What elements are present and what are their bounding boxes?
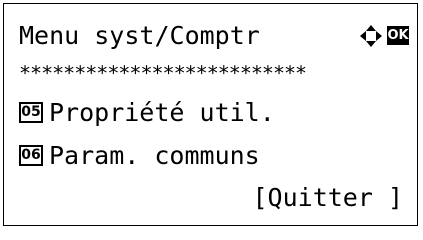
item-number-badge: 06: [19, 145, 43, 166]
menu-item-label: Propriété util.: [49, 98, 275, 127]
page-title: Menu syst/Comptr: [19, 21, 260, 50]
lcd-screen: Menu syst/Comptr OK ∗∗∗∗∗∗∗∗∗∗∗∗∗∗∗∗∗∗∗∗…: [3, 3, 418, 226]
four-way-arrow-icon: [360, 25, 382, 47]
menu-item-label: Param. communs: [49, 141, 260, 170]
item-number-badge: 05: [19, 102, 43, 123]
ok-icon[interactable]: OK: [387, 26, 409, 45]
quit-button[interactable]: [Quitter ]: [252, 183, 403, 213]
separator-line: ∗∗∗∗∗∗∗∗∗∗∗∗∗∗∗∗∗∗∗∗∗∗∗∗∗∗: [19, 57, 307, 81]
